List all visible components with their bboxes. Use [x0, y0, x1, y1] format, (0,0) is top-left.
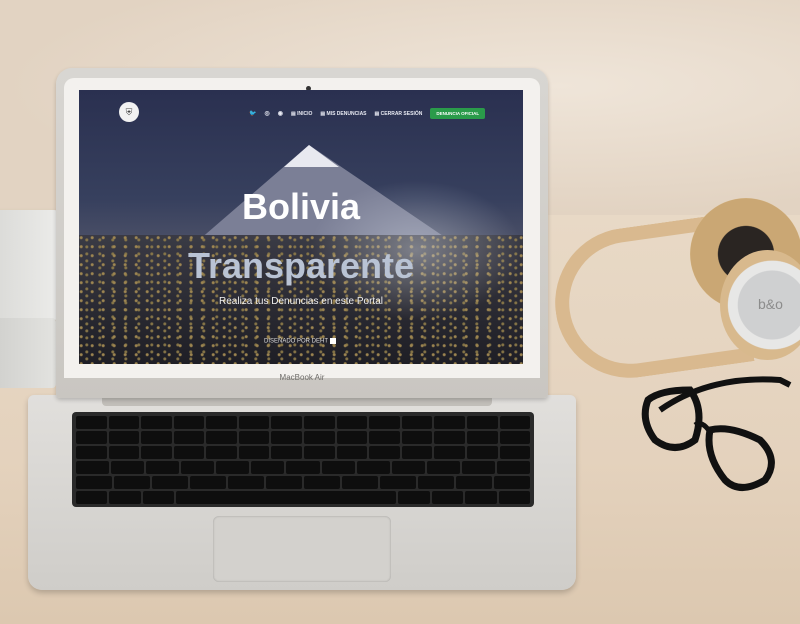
- laptop-lid: ⛨ 🐦 ◎ ◉ ▤ INICIO ▤ MIS DENUNCIAS ▤ CERRA…: [56, 68, 548, 398]
- headphones-logo: b&o: [758, 296, 783, 312]
- instagram-icon[interactable]: ◎: [264, 110, 269, 117]
- mountain-snow: [284, 145, 339, 167]
- device-brand-label: MacBook Air: [279, 373, 325, 382]
- hero-title-line1: Bolivia: [241, 186, 361, 227]
- credit-icon: [330, 338, 337, 344]
- shield-icon[interactable]: ⛨: [119, 102, 139, 122]
- navbar: 🐦 ◎ ◉ ▤ INICIO ▤ MIS DENUNCIAS ▤ CERRAR …: [249, 108, 486, 119]
- laptop-hinge: [102, 398, 492, 406]
- denuncia-oficial-button[interactable]: DENUNCIA OFICIAL: [430, 108, 486, 119]
- hero-subtitle: Realiza tus Denuncias en este Portal: [219, 296, 383, 307]
- website-screen: ⛨ 🐦 ◎ ◉ ▤ INICIO ▤ MIS DENUNCIAS ▤ CERRA…: [79, 90, 523, 364]
- nav-inicio[interactable]: ▤ INICIO: [291, 111, 312, 117]
- hero-title-line2: Transparente: [187, 245, 415, 286]
- glasses-icon: [641, 376, 792, 491]
- book: [0, 210, 60, 320]
- keyboard: [72, 412, 534, 507]
- instagram-icon[interactable]: ◉: [278, 110, 283, 117]
- nav-mis-denuncias[interactable]: ▤ MIS DENUNCIAS: [320, 111, 366, 117]
- trackpad: [213, 516, 391, 582]
- book: [0, 318, 56, 388]
- designer-credit: DISEÑADO POR DEHT: [264, 338, 337, 345]
- nav-cerrar-sesion[interactable]: ▤ CERRAR SESIÓN: [375, 111, 423, 117]
- twitter-icon[interactable]: 🐦: [249, 110, 256, 117]
